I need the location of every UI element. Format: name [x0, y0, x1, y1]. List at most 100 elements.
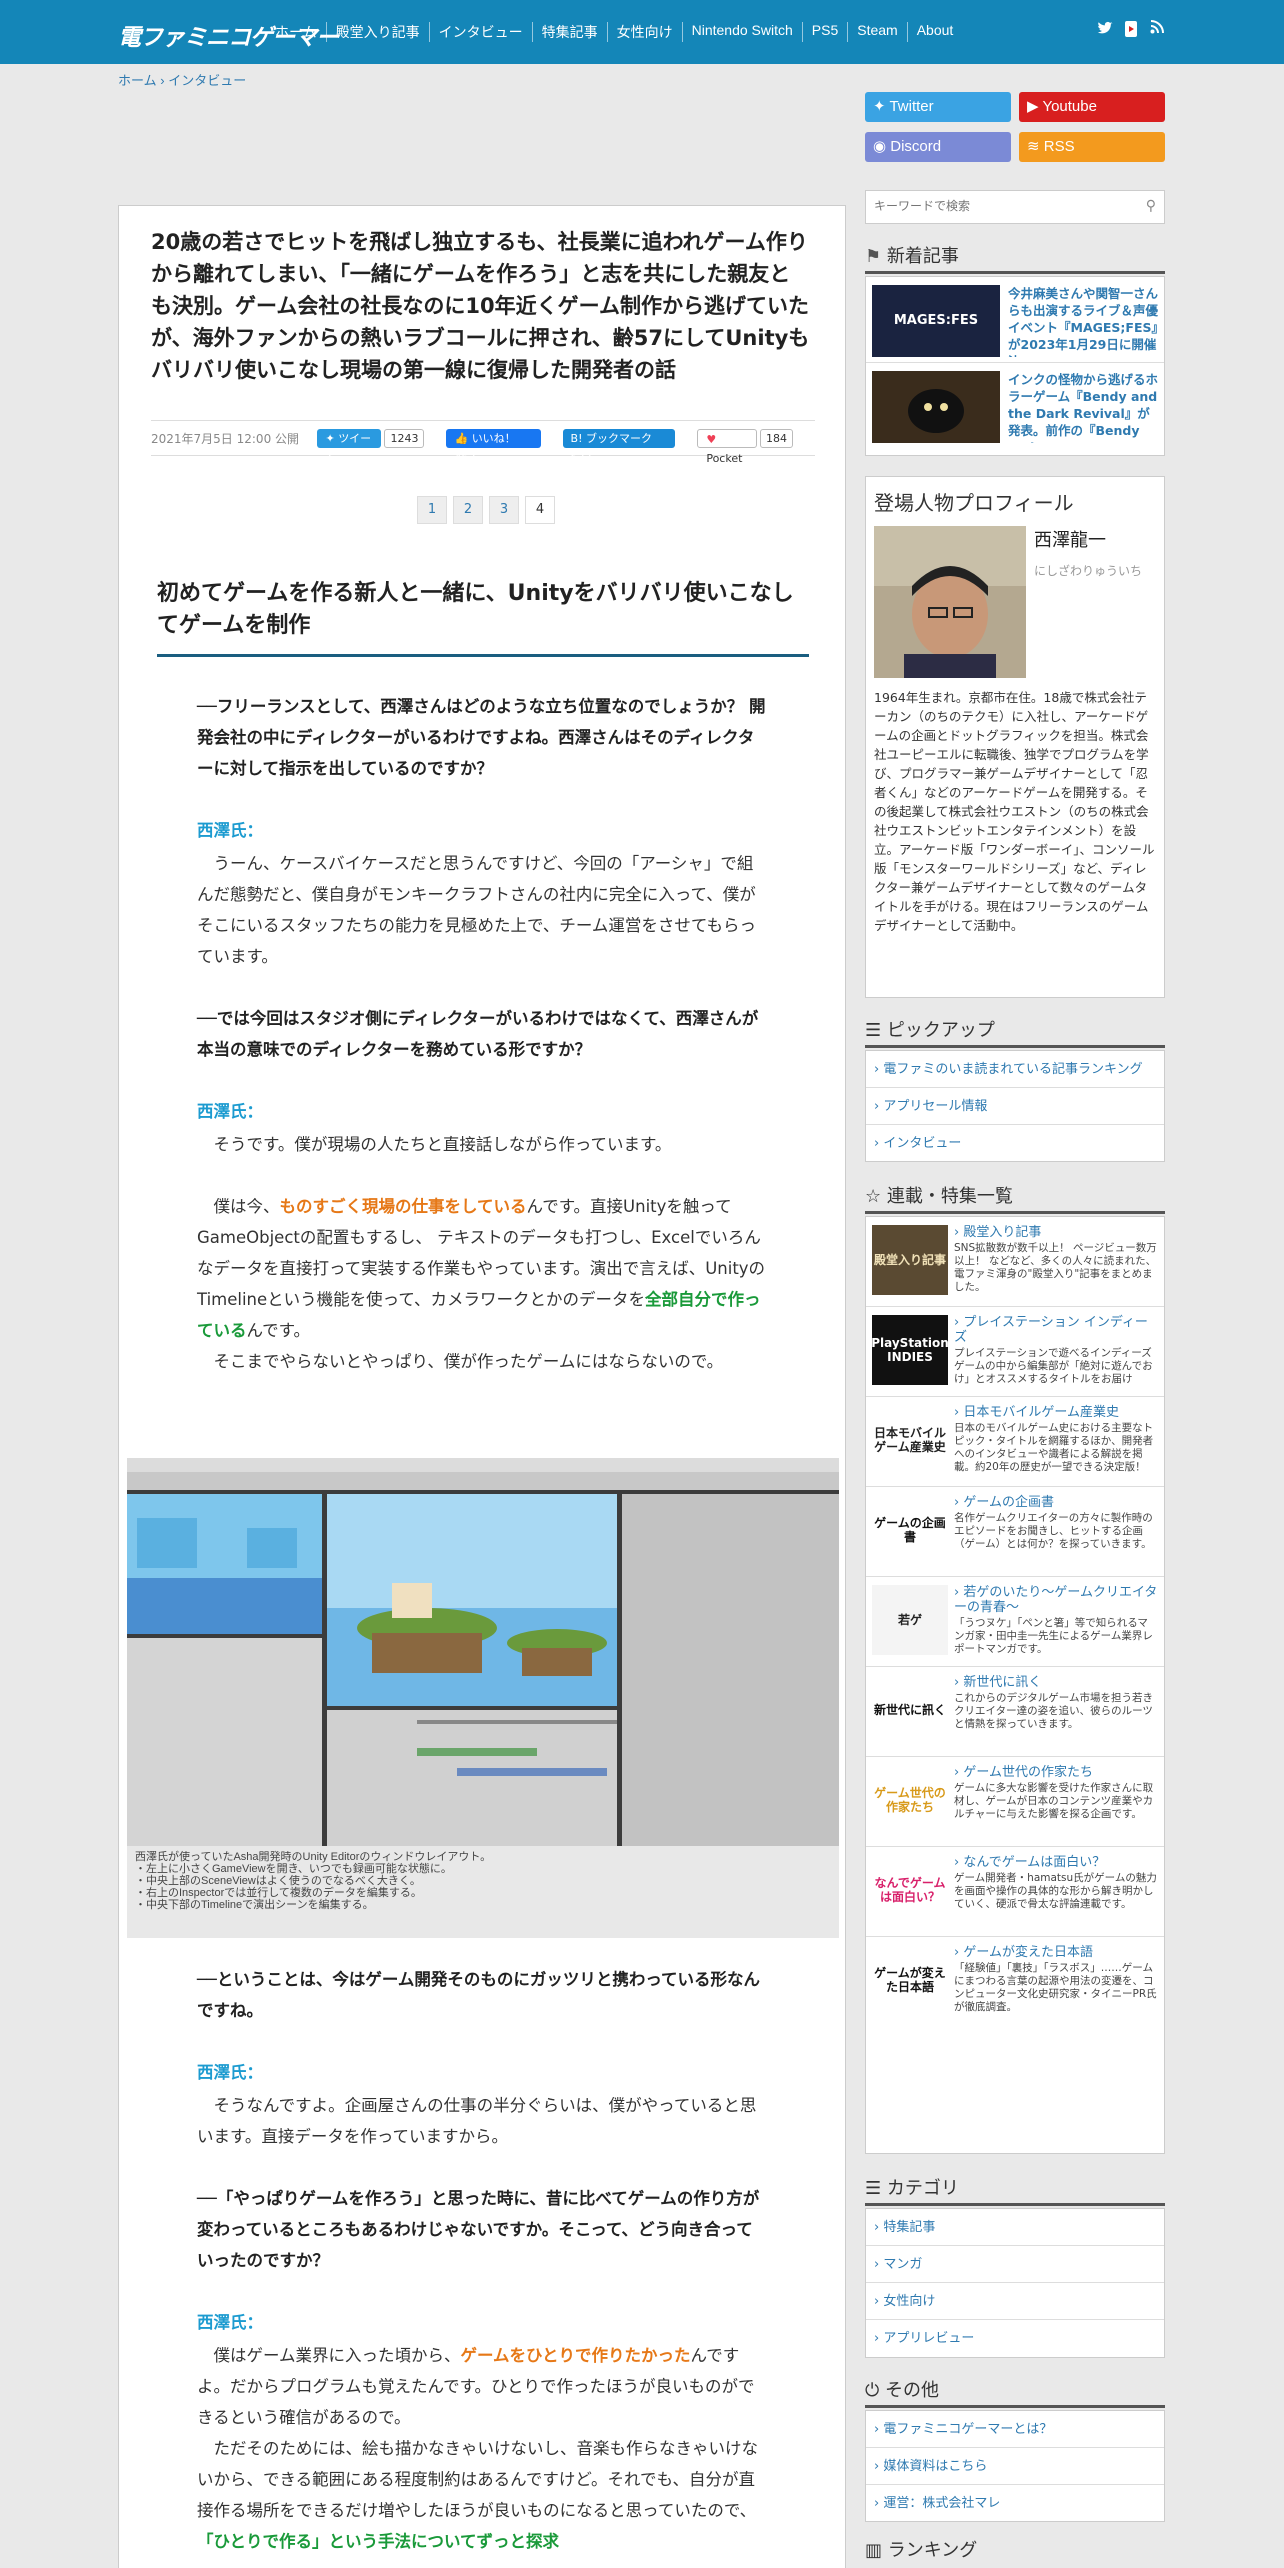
- text: んです。: [246, 1321, 311, 1340]
- series-text: ゲームが変えた日本語「経験値」「裏技」「ラスボス」……ゲームにまつわる言葉の起源…: [954, 1945, 1158, 2019]
- new-article-title[interactable]: インクの怪物から逃げるホラーゲーム『Bendy and the Dark Rev…: [1008, 371, 1158, 443]
- unity-editor-screenshot[interactable]: [127, 1458, 839, 1846]
- profile-heading: 登場人物プロフィール: [874, 491, 1074, 515]
- series-item[interactable]: ゲームが変えた日本語ゲームが変えた日本語「経験値」「裏技」「ラスボス」……ゲーム…: [866, 1937, 1164, 2027]
- series-item[interactable]: ゲームの企画書ゲームの企画書名作ゲームクリエイターの方々に製作時のエピソードをお…: [866, 1487, 1164, 1577]
- breadcrumb-home[interactable]: ホーム: [118, 73, 157, 88]
- youtube-icon[interactable]: [1122, 20, 1140, 38]
- article-title: 20歳の若さでヒットを飛ばし独立するも、社長業に追われゲーム作りから離れてしまい…: [151, 230, 810, 382]
- article-meta: 2021年7月5日 12:00 公開 ✦ ツイート 1243 👍 いいね！ 46…: [151, 420, 815, 465]
- question-3: ──ということは、今はゲーム開発そのものにガッツリと携わっている形なんですね。: [197, 1970, 761, 2020]
- power-icon: ⏻: [865, 2380, 885, 2401]
- discord-button[interactable]: ◉ Discord: [865, 132, 1011, 162]
- article-thumbnail: [872, 371, 1000, 443]
- like-share[interactable]: 👍 いいね！ 462: [446, 428, 541, 464]
- other-link[interactable]: 媒体資料はこちら: [866, 2448, 1164, 2485]
- speaker-label: 西澤氏：: [197, 1102, 263, 1121]
- nav-hall-of-fame[interactable]: 殿堂入り記事: [325, 22, 429, 42]
- nav-steam[interactable]: Steam: [847, 22, 906, 42]
- star-icon: ☆: [865, 1186, 887, 1207]
- nav-about[interactable]: About: [906, 22, 963, 42]
- pickup-box: 電ファミのいま読まれている記事ランキング アプリセール情報 インタビュー: [865, 1050, 1165, 1162]
- series-item[interactable]: 日本モバイルゲーム産業史日本モバイルゲーム産業史日本のモバイルゲーム史における主…: [866, 1397, 1164, 1487]
- new-article-title[interactable]: 今井麻美さんや関智一さんらも出演するライブ＆声優イベント『MAGES;FES』が…: [1008, 285, 1158, 357]
- pocket-button[interactable]: ♥ Pocket: [697, 428, 757, 465]
- search-input[interactable]: [866, 191, 1126, 221]
- pickup-link[interactable]: 電ファミのいま読まれている記事ランキング: [866, 1051, 1164, 1088]
- tweet-button[interactable]: ✦ ツイート: [317, 428, 382, 464]
- page-link-2[interactable]: 2: [453, 496, 483, 524]
- article: 20歳の若さでヒットを飛ばし独立するも、社長業に追われゲーム作りから離れてしまい…: [118, 205, 846, 2568]
- series-thumbnail: 若ゲ: [872, 1585, 948, 1655]
- youtube-follow-button[interactable]: ▶ Youtube: [1019, 92, 1165, 122]
- hatena-button[interactable]: B! ブックマーク 522: [562, 428, 676, 464]
- series-text: ゲーム世代の作家たちゲームに多大な影響を受けた作家さんに取材し、ゲームが日本のコ…: [954, 1765, 1158, 1838]
- series-title[interactable]: なんでゲームは面白い？: [954, 1855, 1158, 1870]
- tweet-share[interactable]: ✦ ツイート 1243: [317, 428, 425, 464]
- rss-icon[interactable]: [1148, 20, 1166, 38]
- series-title[interactable]: ゲームが変えた日本語: [954, 1945, 1158, 1960]
- new-article-item[interactable]: インクの怪物から逃げるホラーゲーム『Bendy and the Dark Rev…: [866, 363, 1164, 449]
- breadcrumb-current[interactable]: インタビュー: [168, 73, 246, 88]
- heading-text: ピックアップ: [886, 1020, 995, 1041]
- answer-1: うーん、ケースバイケースだと思うんですけど、今回の「アーシャ」で組んだ態勢だと、…: [197, 854, 757, 966]
- search-icon[interactable]: ⚲: [1146, 198, 1156, 214]
- nav-interview[interactable]: インタビュー: [428, 22, 532, 42]
- page-link-3[interactable]: 3: [489, 496, 519, 524]
- article-thumbnail: MAGES:FES: [872, 285, 1000, 357]
- other-heading: ⏻ その他: [865, 2374, 1165, 2408]
- series-description: 「うつヌケ」「ペンと箸」等で知られるマンガ家・田中圭一先生によるゲーム業界レポー…: [954, 1617, 1153, 1655]
- caption-line: ・左上に小さくGameViewを開き、いつでも録画可能な状態に。: [135, 1863, 452, 1875]
- hatena-label: B! ブックマーク: [570, 431, 652, 445]
- twitter-icon[interactable]: [1096, 20, 1114, 38]
- series-item[interactable]: ゲーム世代の作家たちゲーム世代の作家たちゲームに多大な影響を受けた作家さんに取材…: [866, 1757, 1164, 1847]
- series-item[interactable]: 新世代に訊く新世代に訊くこれからのデジタルゲーム市場を担う若きクリエイター達の姿…: [866, 1667, 1164, 1757]
- pickup-link[interactable]: アプリセール情報: [866, 1088, 1164, 1125]
- series-title[interactable]: プレイステーション インディーズ: [954, 1315, 1158, 1345]
- profile-bio: 1964年生まれ。京都市在住。18歳で株式会社テーカン（のちのテクモ）に入社し、…: [874, 690, 1155, 933]
- hatena-share[interactable]: B! ブックマーク 522: [562, 428, 676, 464]
- series-title[interactable]: 日本モバイルゲーム産業史: [954, 1405, 1158, 1420]
- pocket-share[interactable]: ♥ Pocket 184: [697, 428, 793, 465]
- category-link[interactable]: 特集記事: [866, 2209, 1164, 2246]
- unity-editor-figure: 西澤氏が使っていたAsha開発時のUnity Editorのウィンドウレイアウト…: [127, 1458, 839, 1938]
- series-title[interactable]: 殿堂入り記事: [954, 1225, 1158, 1240]
- nav-home[interactable]: ホーム: [265, 22, 326, 42]
- answer-3: 僕は今、ものすごく現場の仕事をしているんです。直接Unityを触って GameO…: [197, 1191, 767, 1346]
- category-link[interactable]: アプリレビュー: [866, 2320, 1164, 2357]
- nav-features[interactable]: 特集記事: [531, 22, 607, 42]
- series-title[interactable]: 若ゲのいたり〜ゲームクリエイターの青春〜: [954, 1585, 1158, 1615]
- answer-5: そうなんですよ。企画屋さんの仕事の半分ぐらいは、僕がやっていると思います。直接デ…: [197, 2096, 757, 2146]
- new-articles-heading: ⚑ 新着記事: [865, 240, 1165, 274]
- nav-switch[interactable]: Nintendo Switch: [681, 22, 802, 42]
- series-description: 名作ゲームクリエイターの方々に製作時のエピソードをお聞きし、ヒットする企画（ゲー…: [954, 1512, 1153, 1550]
- speaker-label: 西澤氏：: [197, 821, 263, 840]
- series-title[interactable]: ゲームの企画書: [954, 1495, 1158, 1510]
- series-text: 日本モバイルゲーム産業史日本のモバイルゲーム史における主要なトピック・タイトルを…: [954, 1405, 1158, 1478]
- question-4: ──「やっぱりゲームを作ろう」と思った時に、昔に比べてゲームの作り方が変わってい…: [197, 2189, 760, 2270]
- other-link[interactable]: 電ファミニコゲーマーとは？: [866, 2411, 1164, 2448]
- new-article-item[interactable]: MAGES:FES 今井麻美さんや関智一さんらも出演するライブ＆声優イベント『M…: [866, 277, 1164, 363]
- nav-women[interactable]: 女性向け: [606, 22, 682, 42]
- series-item[interactable]: なんでゲームは面白い？なんでゲームは面白い？ゲーム開発者・hamatsu氏がゲー…: [866, 1847, 1164, 1937]
- other-link[interactable]: 運営：株式会社マレ: [866, 2485, 1164, 2522]
- series-item[interactable]: 若ゲ若ゲのいたり〜ゲームクリエイターの青春〜「うつヌケ」「ペンと箸」等で知られる…: [866, 1577, 1164, 1667]
- rss-label: RSS: [1043, 138, 1075, 155]
- page-link-4[interactable]: 4: [525, 496, 555, 524]
- like-button[interactable]: 👍 いいね！ 462: [446, 428, 541, 464]
- series-item[interactable]: PlayStation INDIESプレイステーション インディーズプレイステー…: [866, 1307, 1164, 1397]
- series-description: プレイステーションで遊べるインディーズゲームの中から編集部が「絶対に遊んでおけ」…: [954, 1347, 1153, 1385]
- series-title[interactable]: 新世代に訊く: [954, 1675, 1158, 1690]
- series-title[interactable]: ゲーム世代の作家たち: [954, 1765, 1158, 1780]
- category-link[interactable]: マンガ: [866, 2246, 1164, 2283]
- page-link-1[interactable]: 1: [417, 496, 447, 524]
- category-link[interactable]: 女性向け: [866, 2283, 1164, 2320]
- nav-ps5[interactable]: PS5: [801, 22, 847, 42]
- pickup-link[interactable]: インタビュー: [866, 1125, 1164, 1162]
- rss-button[interactable]: ≋ RSS: [1019, 132, 1165, 162]
- twitter-follow-button[interactable]: ✦ Twitter: [865, 92, 1011, 122]
- series-description: ゲーム開発者・hamatsu氏がゲームの魅力を画面や操作の具体的な形から解き明か…: [954, 1872, 1157, 1910]
- series-item[interactable]: 殿堂入り記事殿堂入り記事SNS拡散数が数千以上！ ページビュー数万以上！ などな…: [866, 1217, 1164, 1307]
- caption-line: ・中央下部のTimelineで演出シーンを編集する。: [135, 1899, 374, 1911]
- question-2: ──では今回はスタジオ側にディレクターがいるわけではなくて、西澤さんが本当の意味…: [197, 1009, 759, 1059]
